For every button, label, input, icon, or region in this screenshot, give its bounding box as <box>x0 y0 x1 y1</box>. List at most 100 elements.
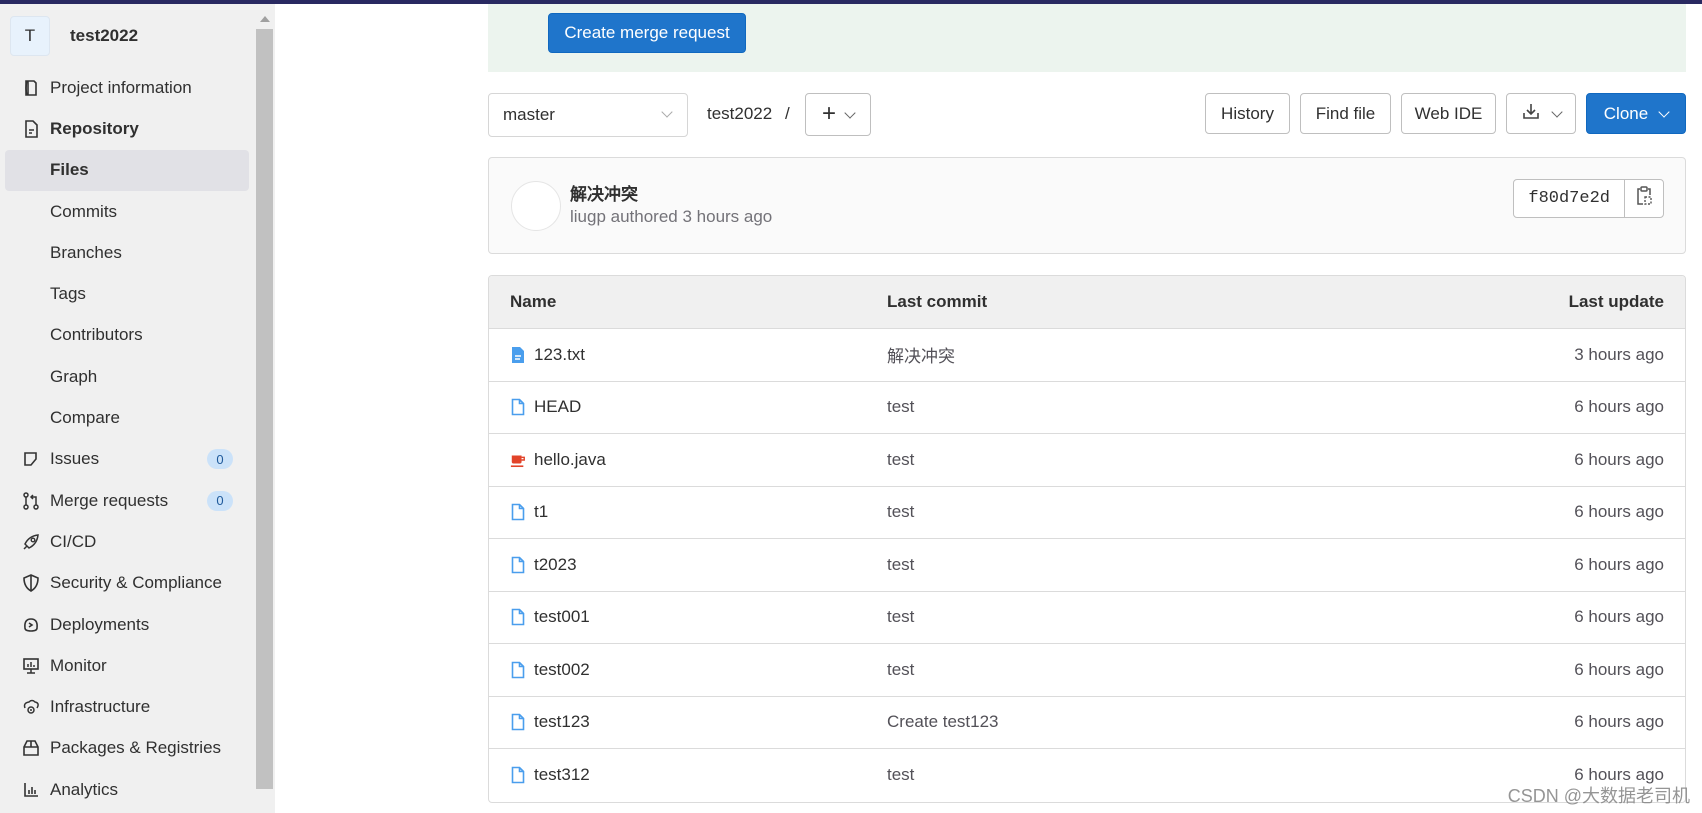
last-commit-cell: test <box>887 660 1385 680</box>
add-file-dropdown-button[interactable]: + <box>805 93 871 136</box>
sidebar-item-compare[interactable]: Compare <box>5 397 249 438</box>
file-name-cell: t2023 <box>489 555 887 575</box>
chevron-down-icon <box>661 106 673 118</box>
file-icon <box>510 608 526 626</box>
scrollbar-thumb[interactable] <box>256 29 273 789</box>
sidebar-item-label: Monitor <box>50 655 107 675</box>
sidebar-item-commits[interactable]: Commits <box>5 191 249 232</box>
sidebar-item-label: Files <box>50 160 89 180</box>
commit-message-link[interactable]: test <box>887 607 914 626</box>
sidebar-item-files[interactable]: Files <box>5 149 249 191</box>
table-row[interactable]: 123.txt 解决冲突 3 hours ago <box>489 329 1685 382</box>
create-merge-request-button[interactable]: Create merge request <box>548 13 746 53</box>
sidebar-menu: Project information Repository Files Com… <box>5 67 249 810</box>
breadcrumb-project[interactable]: test2022 <box>707 104 772 123</box>
commit-author-meta: liugp authored 3 hours ago <box>570 207 773 226</box>
file-name-cell: test312 <box>489 765 887 785</box>
project-avatar: T <box>10 16 50 56</box>
file-name-link[interactable]: test123 <box>534 712 590 732</box>
copy-sha-button[interactable] <box>1624 180 1663 217</box>
package-icon <box>20 737 42 759</box>
sidebar-item-branches[interactable]: Branches <box>5 232 249 273</box>
commit-message-link[interactable]: Create test123 <box>887 712 999 731</box>
chevron-down-icon <box>844 106 856 119</box>
commit-message-link[interactable]: test <box>887 397 914 416</box>
last-update-cell: 6 hours ago <box>1574 554 1664 574</box>
last-commit-cell: test <box>887 607 1385 627</box>
table-row[interactable]: hello.java test 6 hours ago <box>489 434 1685 487</box>
clone-label: Clone <box>1603 103 1649 123</box>
file-name-link[interactable]: test002 <box>534 660 590 680</box>
file-name-cell: test123 <box>489 712 887 732</box>
file-name-link[interactable]: test001 <box>534 607 590 627</box>
commit-message-link[interactable]: test <box>887 450 914 469</box>
sidebar-item-monitor[interactable]: Monitor <box>5 645 249 686</box>
sidebar-item-infrastructure[interactable]: Infrastructure <box>5 686 249 727</box>
table-row[interactable]: HEAD test 6 hours ago <box>489 382 1685 434</box>
scroll-up-arrow-icon[interactable] <box>260 16 270 22</box>
sidebar-item-label: Analytics <box>50 779 119 799</box>
commit-message-link[interactable]: test <box>887 765 914 784</box>
branch-select[interactable]: master <box>488 93 688 137</box>
file-tree-table: Name Last commit Last update 123.txt 解决冲突… <box>488 275 1686 803</box>
file-name-cell: test002 <box>489 660 887 680</box>
breadcrumb: test2022 / <box>707 104 790 124</box>
file-name-link[interactable]: hello.java <box>534 450 606 470</box>
clone-dropdown-button[interactable]: Clone <box>1586 93 1686 134</box>
sidebar-item-repository[interactable]: Repository <box>5 108 249 149</box>
table-row[interactable]: t2023 test 6 hours ago <box>489 539 1685 592</box>
history-button[interactable]: History <box>1205 93 1290 134</box>
table-body: 123.txt 解决冲突 3 hours ago HEAD test 6 hours ag… <box>489 329 1685 802</box>
file-icon <box>510 503 526 521</box>
document-icon <box>20 118 42 140</box>
sidebar-item-label: Compare <box>50 408 120 428</box>
sidebar-item-label: Commits <box>50 201 118 221</box>
merge-request-banner: Create merge request <box>488 4 1686 72</box>
sidebar-item-label: Branches <box>50 242 122 262</box>
sidebar-item-merge-requests[interactable]: Merge requests 0 <box>5 480 249 521</box>
file-name-link[interactable]: t1 <box>534 502 548 522</box>
web-ide-button[interactable]: Web IDE <box>1401 93 1496 134</box>
commit-message-link[interactable]: test <box>887 660 914 679</box>
table-row[interactable]: test123 Create test123 6 hours ago <box>489 697 1685 749</box>
download-dropdown-button[interactable] <box>1506 93 1576 134</box>
sidebar-item-contributors[interactable]: Contributors <box>5 315 249 356</box>
commit-sha[interactable]: f80d7e2d <box>1514 180 1624 217</box>
file-name-link[interactable]: HEAD <box>534 397 581 417</box>
sidebar-item-project-information[interactable]: Project information <box>5 67 249 108</box>
file-name-link[interactable]: t2023 <box>534 555 577 575</box>
sidebar-item-security-compliance[interactable]: Security & Compliance <box>5 563 249 604</box>
file-icon <box>510 713 526 731</box>
find-file-button[interactable]: Find file <box>1300 93 1391 134</box>
table-header: Name Last commit Last update <box>489 276 1685 329</box>
table-row[interactable]: test002 test 6 hours ago <box>489 644 1685 697</box>
sidebar-scrollbar[interactable] <box>256 8 273 813</box>
download-icon <box>1521 101 1541 126</box>
file-name-link[interactable]: 123.txt <box>534 345 585 365</box>
sidebar-item-label: Tags <box>50 284 86 304</box>
table-row[interactable]: t1 test 6 hours ago <box>489 487 1685 539</box>
last-commit-cell: Create test123 <box>887 712 1385 732</box>
sidebar-item-label: Deployments <box>50 614 150 634</box>
sidebar-item-packages-registries[interactable]: Packages & Registries <box>5 728 249 769</box>
text-file-icon <box>510 346 526 364</box>
sidebar-item-ci-cd[interactable]: CI/CD <box>5 521 249 562</box>
sidebar-item-graph[interactable]: Graph <box>5 356 249 397</box>
file-name-link[interactable]: test312 <box>534 765 590 785</box>
commit-message-link[interactable]: 解决冲突 <box>887 347 955 366</box>
sidebar-item-issues[interactable]: Issues 0 <box>5 439 249 480</box>
table-row[interactable]: test001 test 6 hours ago <box>489 592 1685 644</box>
commit-sha-group: f80d7e2d <box>1513 179 1664 218</box>
commit-message-link[interactable]: test <box>887 555 914 574</box>
column-header-last-update: Last update <box>1568 292 1664 311</box>
table-row[interactable]: test312 test 6 hours ago <box>489 749 1685 802</box>
sidebar-item-deployments[interactable]: Deployments <box>5 604 249 645</box>
commit-message-link[interactable]: test <box>887 502 914 521</box>
sidebar-project-header[interactable]: T test2022 <box>10 16 138 56</box>
sidebar-item-tags[interactable]: Tags <box>5 273 249 314</box>
author-avatar[interactable] <box>511 181 561 231</box>
issues-icon <box>20 448 42 470</box>
branch-name: master <box>503 105 555 124</box>
sidebar-item-analytics[interactable]: Analytics <box>5 769 249 810</box>
commit-title[interactable]: 解决冲突 <box>570 180 638 205</box>
